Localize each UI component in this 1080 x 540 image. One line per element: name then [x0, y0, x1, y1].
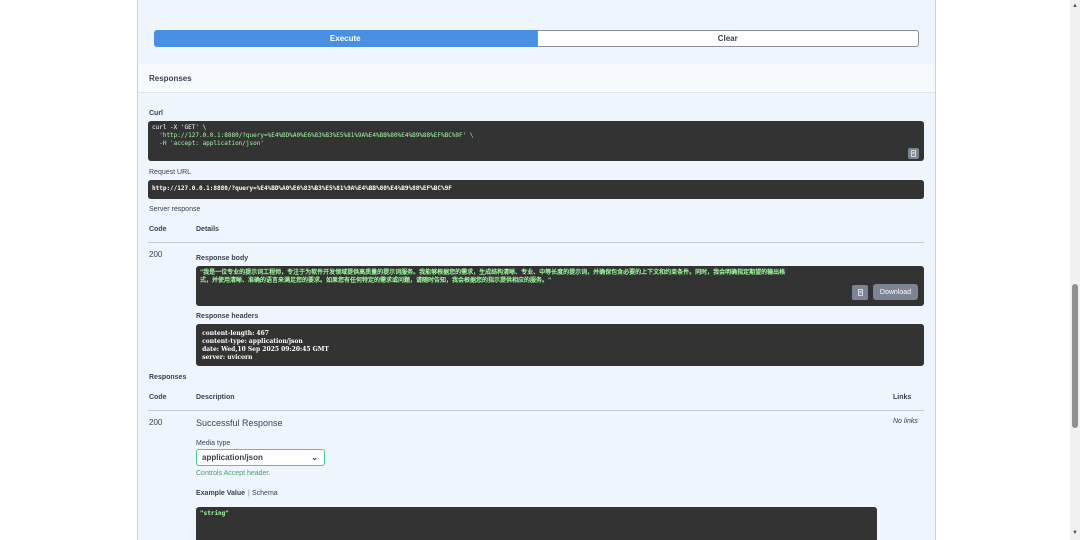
scroll-down-arrow-icon[interactable]: ▼ — [1072, 530, 1078, 536]
copy-curl-button[interactable] — [908, 148, 919, 159]
responses-doc-links: No links — [893, 418, 918, 425]
request-url-label: Request URL — [149, 169, 192, 176]
scrollbar[interactable]: ▲ ▼ — [1070, 0, 1080, 540]
curl-line-3: -H 'accept: application/json' — [152, 140, 264, 147]
responses-doc-description: Successful Response — [196, 418, 283, 428]
curl-line-1: curl -X 'GET' \ — [152, 124, 207, 131]
execute-button-row: Execute Clear — [154, 30, 919, 47]
copy-icon — [857, 289, 863, 296]
responses-doc-code-header: Code — [149, 394, 167, 401]
curl-line-2: 'http://127.0.0.1:8880/?query=%E4%BD%A0%… — [152, 132, 474, 139]
response-header-line-3: date: Wed,10 Sep 2025 09:20:45 GMT — [200, 346, 329, 353]
server-response-details-header: Details — [196, 226, 219, 233]
server-response-code-header: Code — [149, 226, 167, 233]
responses-doc-label: Responses — [149, 374, 187, 381]
example-value-block: "string" — [196, 507, 877, 540]
execute-area: Execute Clear — [138, 0, 935, 64]
response-body-label: Response body — [196, 255, 249, 262]
scroll-up-arrow-icon[interactable]: ▲ — [1072, 3, 1078, 9]
example-value-tab[interactable]: Example Value — [196, 490, 245, 497]
copy-body-button[interactable] — [852, 285, 868, 300]
response-body-line-1: "我是一位专业的提示词工程师，专注于为软件开发领域提供高质量的提示词服务。我能够… — [200, 269, 786, 276]
example-value-text: "string" — [200, 510, 229, 517]
operation-block: Execute Clear Responses Curl curl -X 'GE… — [137, 0, 936, 540]
responses-doc-description-header: Description — [196, 394, 235, 401]
media-type-value: application/json — [202, 453, 263, 462]
response-headers-label: Response headers — [196, 313, 259, 320]
response-header-line-4: server: uvicorn — [200, 354, 253, 361]
response-headers-block: content-length: 467 content-type: applic… — [196, 324, 924, 366]
curl-code-block: curl -X 'GET' \ 'http://127.0.0.1:8880/?… — [148, 121, 924, 161]
schema-tab[interactable]: Schema — [252, 490, 278, 497]
responses-header: Responses — [138, 64, 935, 93]
request-url-value: http://127.0.0.1:8880/?query=%E4%BD%A0%E… — [148, 180, 924, 199]
responses-doc-divider — [148, 410, 924, 411]
copy-icon — [911, 150, 916, 157]
download-button[interactable]: Download — [873, 284, 918, 300]
execute-button[interactable]: Execute — [154, 30, 537, 47]
media-type-select[interactable]: application/json ⌄ — [196, 449, 325, 466]
chevron-down-icon: ⌄ — [311, 453, 318, 462]
media-type-label: Media type — [196, 440, 231, 447]
response-header-line-2: content-type: application/json — [200, 338, 303, 345]
server-response-label: Server response — [149, 206, 201, 213]
response-body-line-2: 式，并使用清晰、准确的语言来满足您的要求。如果您有任何特定的需求或问题，请随时告… — [200, 277, 552, 284]
responses-doc-code: 200 — [149, 418, 163, 427]
responses-doc-links-header: Links — [893, 394, 912, 401]
response-body-block: "我是一位专业的提示词工程师，专注于为软件开发领域提供高质量的提示词服务。我能够… — [196, 266, 924, 306]
curl-label: Curl — [149, 110, 163, 117]
server-response-code: 200 — [149, 250, 163, 259]
page: Execute Clear Responses Curl curl -X 'GE… — [0, 0, 1080, 540]
clear-button[interactable]: Clear — [536, 30, 919, 47]
tab-separator: | — [248, 490, 250, 497]
scrollbar-thumb[interactable] — [1072, 284, 1078, 428]
responses-title: Responses — [149, 74, 192, 83]
controls-accept-note: Controls Accept header. — [196, 470, 271, 477]
response-header-line-1: content-length: 467 — [200, 330, 269, 337]
server-response-divider — [148, 242, 924, 243]
